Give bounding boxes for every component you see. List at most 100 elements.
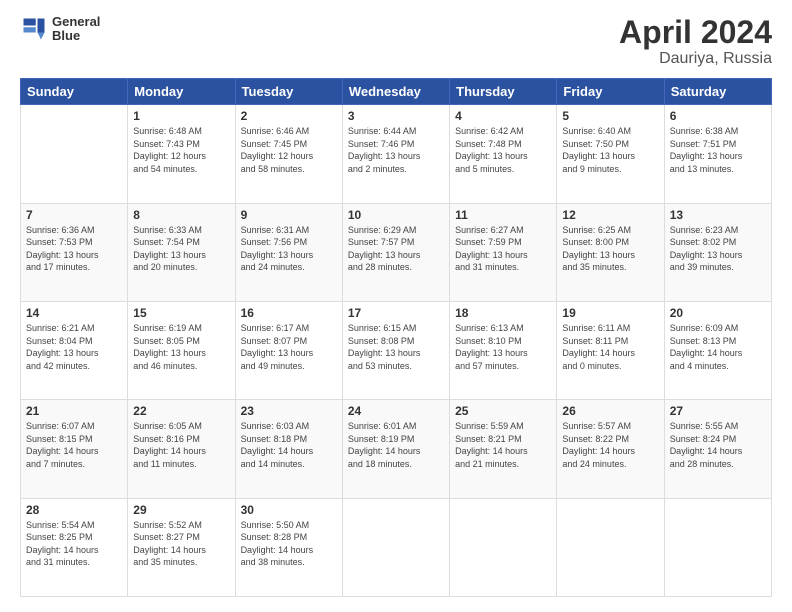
day-number: 18 (455, 306, 551, 320)
day-number: 25 (455, 404, 551, 418)
day-info: Sunrise: 6:15 AM Sunset: 8:08 PM Dayligh… (348, 322, 444, 372)
day-info: Sunrise: 6:29 AM Sunset: 7:57 PM Dayligh… (348, 224, 444, 274)
day-info: Sunrise: 5:55 AM Sunset: 8:24 PM Dayligh… (670, 420, 766, 470)
calendar-cell: 3Sunrise: 6:44 AM Sunset: 7:46 PM Daylig… (342, 105, 449, 203)
calendar-cell: 4Sunrise: 6:42 AM Sunset: 7:48 PM Daylig… (450, 105, 557, 203)
title-block: April 2024 Dauriya, Russia (619, 15, 772, 68)
calendar-week-5: 28 Sunrise: 5:54 AM Sunset: 8:25 PM Dayli… (21, 498, 772, 596)
calendar-cell: 22 Sunrise: 6:05 AM Sunset: 8:16 PM Dayli… (128, 400, 235, 498)
calendar-cell: 12 Sunrise: 6:25 AM Sunset: 8:00 PM Dayli… (557, 203, 664, 301)
calendar-week-2: 7Sunrise: 6:36 AM Sunset: 7:53 PM Daylig… (21, 203, 772, 301)
logo-line2: Blue (52, 29, 100, 43)
day-number: 9 (241, 208, 337, 222)
day-number: 6 (670, 109, 766, 123)
day-info: Sunrise: 6:33 AM Sunset: 7:54 PM Dayligh… (133, 224, 229, 274)
calendar-cell: 14 Sunrise: 6:21 AM Sunset: 8:04 PM Dayli… (21, 301, 128, 399)
calendar-week-1: 1Sunrise: 6:48 AM Sunset: 7:43 PM Daylig… (21, 105, 772, 203)
day-number: 2 (241, 109, 337, 123)
calendar-cell: 25 Sunrise: 5:59 AM Sunset: 8:21 PM Dayli… (450, 400, 557, 498)
day-info: Sunrise: 6:25 AM Sunset: 8:00 PM Dayligh… (562, 224, 658, 274)
logo: General Blue (20, 15, 100, 44)
day-info: Sunrise: 6:31 AM Sunset: 7:56 PM Dayligh… (241, 224, 337, 274)
calendar-cell: 10Sunrise: 6:29 AM Sunset: 7:57 PM Dayli… (342, 203, 449, 301)
day-info: Sunrise: 5:50 AM Sunset: 8:28 PM Dayligh… (241, 519, 337, 569)
header: General Blue April 2024 Dauriya, Russia (20, 15, 772, 68)
day-number: 3 (348, 109, 444, 123)
day-number: 27 (670, 404, 766, 418)
day-number: 26 (562, 404, 658, 418)
calendar-cell (21, 105, 128, 203)
logo-icon (20, 15, 48, 43)
logo-text: General Blue (52, 15, 100, 44)
day-info: Sunrise: 6:40 AM Sunset: 7:50 PM Dayligh… (562, 125, 658, 175)
day-number: 29 (133, 503, 229, 517)
day-number: 30 (241, 503, 337, 517)
day-info: Sunrise: 6:13 AM Sunset: 8:10 PM Dayligh… (455, 322, 551, 372)
day-info: Sunrise: 6:09 AM Sunset: 8:13 PM Dayligh… (670, 322, 766, 372)
day-number: 14 (26, 306, 122, 320)
day-info: Sunrise: 5:54 AM Sunset: 8:25 PM Dayligh… (26, 519, 122, 569)
calendar-cell: 24 Sunrise: 6:01 AM Sunset: 8:19 PM Dayli… (342, 400, 449, 498)
calendar-cell: 18 Sunrise: 6:13 AM Sunset: 8:10 PM Dayli… (450, 301, 557, 399)
day-number: 21 (26, 404, 122, 418)
calendar-cell: 16 Sunrise: 6:17 AM Sunset: 8:07 PM Dayli… (235, 301, 342, 399)
day-header-wednesday: Wednesday (342, 79, 449, 105)
day-number: 17 (348, 306, 444, 320)
day-info: Sunrise: 6:46 AM Sunset: 7:45 PM Dayligh… (241, 125, 337, 175)
day-info: Sunrise: 6:38 AM Sunset: 7:51 PM Dayligh… (670, 125, 766, 175)
day-number: 13 (670, 208, 766, 222)
day-info: Sunrise: 6:17 AM Sunset: 8:07 PM Dayligh… (241, 322, 337, 372)
calendar-week-4: 21 Sunrise: 6:07 AM Sunset: 8:15 PM Dayli… (21, 400, 772, 498)
calendar-cell: 13 Sunrise: 6:23 AM Sunset: 8:02 PM Dayli… (664, 203, 771, 301)
calendar-cell: 19Sunrise: 6:11 AM Sunset: 8:11 PM Dayli… (557, 301, 664, 399)
day-info: Sunrise: 6:01 AM Sunset: 8:19 PM Dayligh… (348, 420, 444, 470)
calendar-cell: 30 Sunrise: 5:50 AM Sunset: 8:28 PM Dayli… (235, 498, 342, 596)
day-info: Sunrise: 6:21 AM Sunset: 8:04 PM Dayligh… (26, 322, 122, 372)
calendar-cell: 28 Sunrise: 5:54 AM Sunset: 8:25 PM Dayli… (21, 498, 128, 596)
day-header-tuesday: Tuesday (235, 79, 342, 105)
calendar-cell: 20 Sunrise: 6:09 AM Sunset: 8:13 PM Dayli… (664, 301, 771, 399)
day-header-saturday: Saturday (664, 79, 771, 105)
day-number: 20 (670, 306, 766, 320)
day-info: Sunrise: 6:19 AM Sunset: 8:05 PM Dayligh… (133, 322, 229, 372)
day-number: 19 (562, 306, 658, 320)
day-info: Sunrise: 6:05 AM Sunset: 8:16 PM Dayligh… (133, 420, 229, 470)
calendar-title: April 2024 (619, 15, 772, 50)
day-number: 7 (26, 208, 122, 222)
day-number: 15 (133, 306, 229, 320)
calendar-week-3: 14 Sunrise: 6:21 AM Sunset: 8:04 PM Dayli… (21, 301, 772, 399)
calendar-cell: 17 Sunrise: 6:15 AM Sunset: 8:08 PM Dayli… (342, 301, 449, 399)
day-header-thursday: Thursday (450, 79, 557, 105)
day-number: 28 (26, 503, 122, 517)
day-number: 5 (562, 109, 658, 123)
calendar-cell: 6 Sunrise: 6:38 AM Sunset: 7:51 PM Daylig… (664, 105, 771, 203)
day-info: Sunrise: 6:03 AM Sunset: 8:18 PM Dayligh… (241, 420, 337, 470)
day-number: 23 (241, 404, 337, 418)
page: General Blue April 2024 Dauriya, Russia … (0, 0, 792, 612)
calendar-subtitle: Dauriya, Russia (619, 50, 772, 68)
day-number: 4 (455, 109, 551, 123)
day-info: Sunrise: 6:48 AM Sunset: 7:43 PM Dayligh… (133, 125, 229, 175)
calendar-cell: 21 Sunrise: 6:07 AM Sunset: 8:15 PM Dayli… (21, 400, 128, 498)
day-info: Sunrise: 5:57 AM Sunset: 8:22 PM Dayligh… (562, 420, 658, 470)
day-number: 24 (348, 404, 444, 418)
calendar-cell: 27 Sunrise: 5:55 AM Sunset: 8:24 PM Dayli… (664, 400, 771, 498)
day-number: 12 (562, 208, 658, 222)
calendar-cell: 11Sunrise: 6:27 AM Sunset: 7:59 PM Dayli… (450, 203, 557, 301)
calendar-cell (450, 498, 557, 596)
calendar-cell: 5 Sunrise: 6:40 AM Sunset: 7:50 PM Daylig… (557, 105, 664, 203)
calendar-cell: 2 Sunrise: 6:46 AM Sunset: 7:45 PM Daylig… (235, 105, 342, 203)
day-info: Sunrise: 6:23 AM Sunset: 8:02 PM Dayligh… (670, 224, 766, 274)
day-info: Sunrise: 6:07 AM Sunset: 8:15 PM Dayligh… (26, 420, 122, 470)
day-number: 16 (241, 306, 337, 320)
calendar-cell: 15 Sunrise: 6:19 AM Sunset: 8:05 PM Dayli… (128, 301, 235, 399)
day-info: Sunrise: 5:59 AM Sunset: 8:21 PM Dayligh… (455, 420, 551, 470)
day-header-monday: Monday (128, 79, 235, 105)
day-header-sunday: Sunday (21, 79, 128, 105)
calendar-table: SundayMondayTuesdayWednesdayThursdayFrid… (20, 78, 772, 597)
calendar-header-row: SundayMondayTuesdayWednesdayThursdayFrid… (21, 79, 772, 105)
day-number: 22 (133, 404, 229, 418)
calendar-cell (557, 498, 664, 596)
day-info: Sunrise: 5:52 AM Sunset: 8:27 PM Dayligh… (133, 519, 229, 569)
logo-line1: General (52, 15, 100, 29)
